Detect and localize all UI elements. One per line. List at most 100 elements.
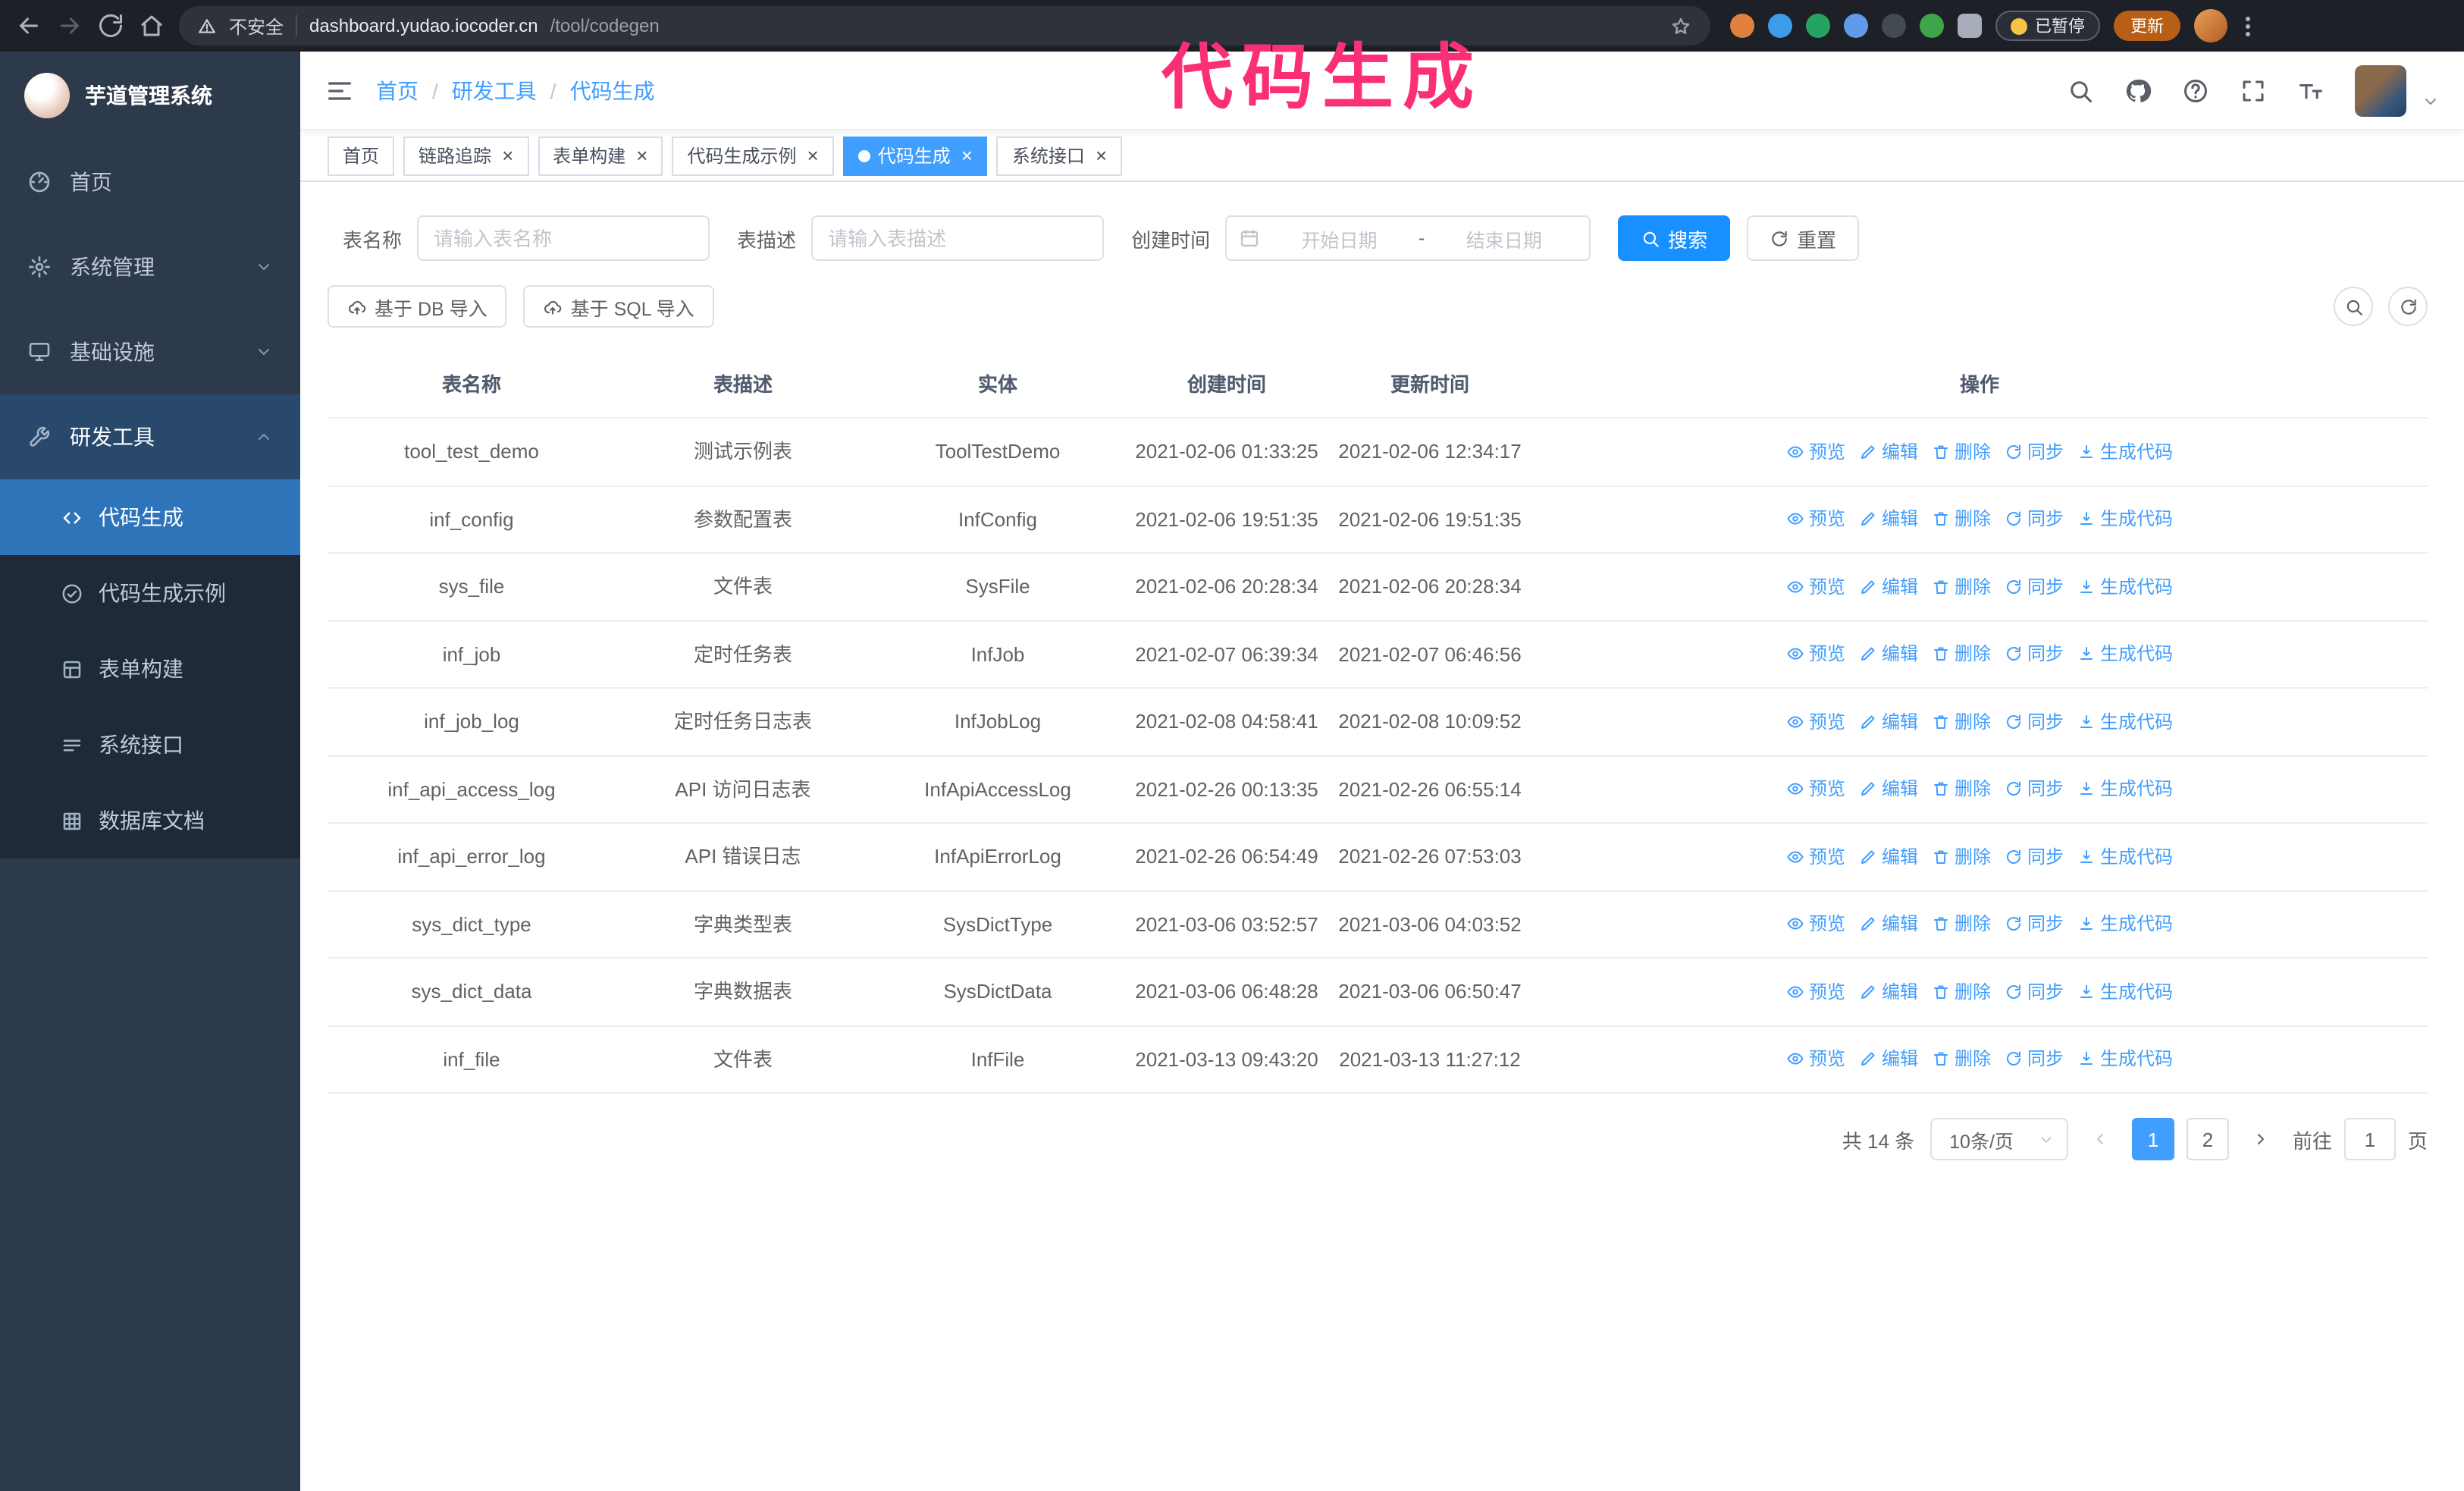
preview-link[interactable]: 预览	[1786, 978, 1845, 1006]
generate-code-link[interactable]: 生成代码	[2077, 708, 2173, 736]
tab-close-icon[interactable]: ×	[1096, 146, 1107, 165]
font-size-icon[interactable]	[2297, 77, 2324, 104]
sync-link[interactable]: 同步	[2005, 573, 2064, 601]
delete-link[interactable]: 删除	[1932, 708, 1991, 736]
page-number-button[interactable]: 2	[2186, 1118, 2229, 1160]
edit-link[interactable]: 编辑	[1859, 911, 1918, 938]
edit-link[interactable]: 编辑	[1859, 506, 1918, 533]
reset-button[interactable]: 重置	[1747, 215, 1860, 261]
delete-link[interactable]: 删除	[1932, 978, 1991, 1006]
sidebar-item-codegen[interactable]: 代码生成	[0, 479, 300, 555]
table-name-input[interactable]	[417, 215, 710, 261]
generate-code-link[interactable]: 生成代码	[2077, 911, 2173, 938]
caret-down-icon[interactable]	[2422, 92, 2440, 110]
extension-icon[interactable]	[1844, 14, 1868, 38]
import-sql-button[interactable]: 基于 SQL 导入	[523, 285, 714, 328]
fullscreen-icon[interactable]	[2240, 77, 2267, 104]
preview-link[interactable]: 预览	[1786, 641, 1845, 668]
delete-link[interactable]: 删除	[1932, 843, 1991, 871]
preview-link[interactable]: 预览	[1786, 776, 1845, 803]
extension-icon[interactable]	[1920, 14, 1944, 38]
sync-link[interactable]: 同步	[2005, 506, 2064, 533]
sync-link[interactable]: 同步	[2005, 978, 2064, 1006]
generate-code-link[interactable]: 生成代码	[2077, 506, 2173, 533]
edit-link[interactable]: 编辑	[1859, 641, 1918, 668]
app-logo[interactable]: 芋道管理系统	[0, 52, 300, 140]
tab[interactable]: 系统接口 ×	[996, 136, 1123, 175]
sync-link[interactable]: 同步	[2005, 776, 2064, 803]
sync-link[interactable]: 同步	[2005, 911, 2064, 938]
edit-link[interactable]: 编辑	[1859, 438, 1918, 466]
help-icon[interactable]	[2182, 77, 2209, 104]
delete-link[interactable]: 删除	[1932, 438, 1991, 466]
bookmark-star-icon[interactable]	[1669, 14, 1692, 37]
preview-link[interactable]: 预览	[1786, 573, 1845, 601]
prev-page-button[interactable]	[2083, 1118, 2117, 1160]
generate-code-link[interactable]: 生成代码	[2077, 438, 2173, 466]
edit-link[interactable]: 编辑	[1859, 1046, 1918, 1073]
generate-code-link[interactable]: 生成代码	[2077, 1046, 2173, 1073]
extension-icon[interactable]	[1806, 14, 1830, 38]
tab-close-icon[interactable]: ×	[636, 146, 647, 165]
sidebar-item-db-docs[interactable]: 数据库文档	[0, 783, 300, 859]
sidebar-item-codegen-example[interactable]: 代码生成示例	[0, 555, 300, 631]
breadcrumb-home[interactable]: 首页	[376, 75, 419, 105]
preview-link[interactable]: 预览	[1786, 708, 1845, 736]
sidebar-item-form-builder[interactable]: 表单构建	[0, 631, 300, 707]
delete-link[interactable]: 删除	[1932, 911, 1991, 938]
user-avatar[interactable]	[2355, 64, 2406, 116]
generate-code-link[interactable]: 生成代码	[2077, 978, 2173, 1006]
edit-link[interactable]: 编辑	[1859, 573, 1918, 601]
browser-menu-icon[interactable]	[2241, 16, 2255, 36]
delete-link[interactable]: 删除	[1932, 641, 1991, 668]
import-db-button[interactable]: 基于 DB 导入	[328, 285, 507, 328]
table-desc-input[interactable]	[811, 215, 1105, 261]
sidebar-item-devtools[interactable]: 研发工具	[0, 394, 300, 479]
next-page-button[interactable]	[2244, 1118, 2277, 1160]
generate-code-link[interactable]: 生成代码	[2077, 641, 2173, 668]
github-icon[interactable]	[2124, 77, 2152, 104]
delete-link[interactable]: 删除	[1932, 776, 1991, 803]
search-icon[interactable]	[2067, 77, 2094, 104]
tab[interactable]: 链路追踪 ×	[403, 136, 529, 175]
edit-link[interactable]: 编辑	[1859, 708, 1918, 736]
address-bar[interactable]: 不安全 dashboard.yudao.iocoder.cn/tool/code…	[179, 6, 1710, 46]
browser-profile-avatar[interactable]	[2194, 9, 2227, 42]
delete-link[interactable]: 删除	[1932, 573, 1991, 601]
goto-page-input[interactable]	[2343, 1118, 2396, 1160]
sidebar-item-system-api[interactable]: 系统接口	[0, 707, 300, 783]
extension-icon[interactable]	[1730, 14, 1754, 38]
sync-link[interactable]: 同步	[2005, 641, 2064, 668]
extension-icon[interactable]	[1882, 14, 1906, 38]
tab[interactable]: 代码生成 ×	[842, 136, 988, 175]
puzzle-extension-icon[interactable]	[1958, 14, 1982, 38]
edit-link[interactable]: 编辑	[1859, 843, 1918, 871]
tab[interactable]: 首页	[328, 136, 395, 175]
search-button[interactable]: 搜索	[1618, 215, 1731, 261]
reload-icon[interactable]	[97, 12, 124, 39]
forward-icon[interactable]	[56, 12, 83, 39]
edit-link[interactable]: 编辑	[1859, 776, 1918, 803]
page-size-select[interactable]: 10条/页	[1930, 1118, 2068, 1160]
preview-link[interactable]: 预览	[1786, 1046, 1845, 1073]
security-label[interactable]: 不安全	[229, 13, 284, 39]
sync-link[interactable]: 同步	[2005, 1046, 2064, 1073]
delete-link[interactable]: 删除	[1932, 1046, 1991, 1073]
breadcrumb-section[interactable]: 研发工具	[452, 75, 537, 105]
extension-icon[interactable]	[1768, 14, 1792, 38]
tab-close-icon[interactable]: ×	[961, 146, 973, 165]
preview-link[interactable]: 预览	[1786, 843, 1845, 871]
generate-code-link[interactable]: 生成代码	[2077, 573, 2173, 601]
delete-link[interactable]: 删除	[1932, 506, 1991, 533]
home-icon[interactable]	[138, 12, 165, 39]
generate-code-link[interactable]: 生成代码	[2077, 843, 2173, 871]
hamburger-icon[interactable]	[324, 75, 355, 105]
sync-link[interactable]: 同步	[2005, 708, 2064, 736]
sync-link[interactable]: 同步	[2005, 843, 2064, 871]
sidebar-item-home[interactable]: 首页	[0, 140, 300, 224]
tab[interactable]: 代码生成示例 ×	[672, 136, 834, 175]
back-icon[interactable]	[15, 12, 42, 39]
tab-close-icon[interactable]: ×	[502, 146, 513, 165]
preview-link[interactable]: 预览	[1786, 506, 1845, 533]
date-range-picker[interactable]: 开始日期 - 结束日期	[1225, 215, 1591, 261]
